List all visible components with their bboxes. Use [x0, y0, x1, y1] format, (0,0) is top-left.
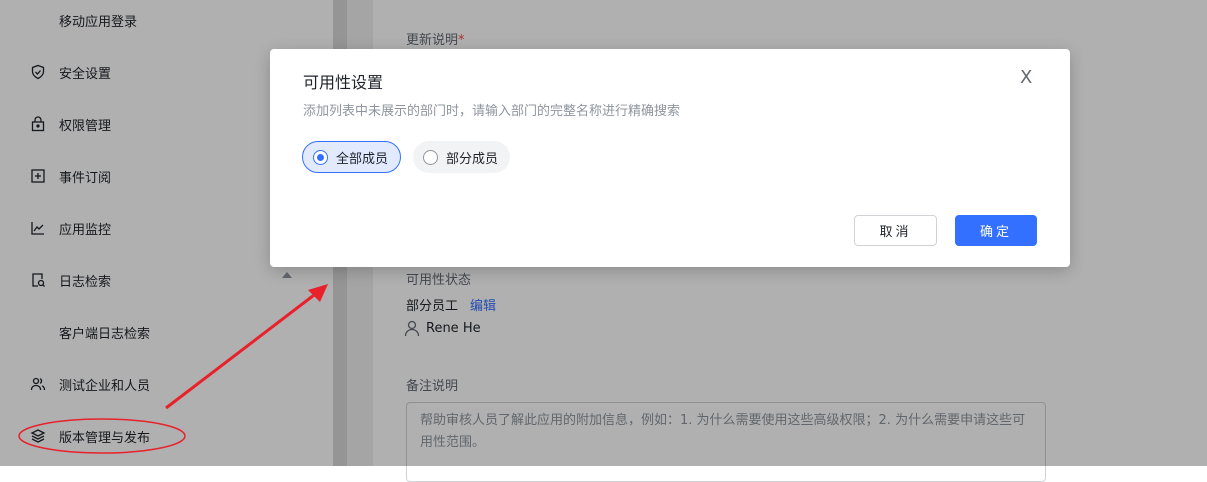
annotation-layer [18, 284, 328, 454]
arrow-head-icon [308, 284, 328, 302]
annotation-arrow [165, 290, 319, 410]
annotation-ellipse [18, 418, 186, 454]
